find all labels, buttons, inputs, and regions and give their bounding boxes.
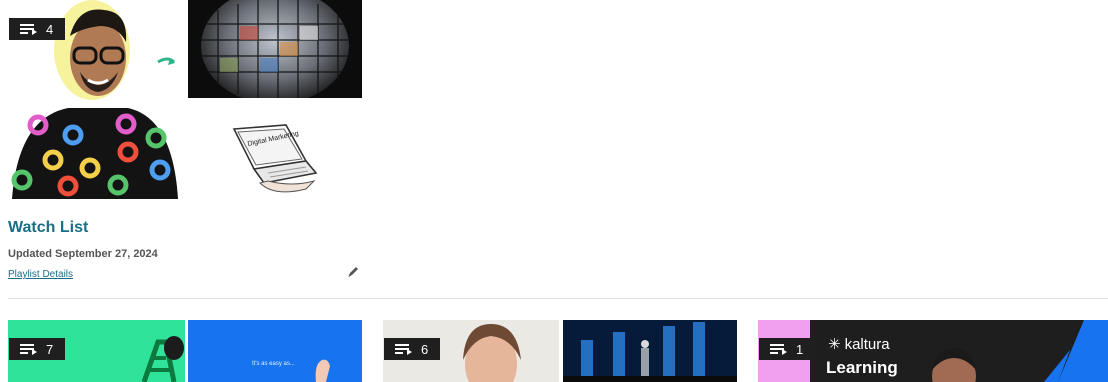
playlist-icon <box>395 343 412 355</box>
video-count-badge: 1 <box>759 338 816 360</box>
video-count-badge: 6 <box>384 338 441 360</box>
playlist-icon <box>770 343 787 355</box>
thumbnail-heading: Learning <box>826 358 898 377</box>
video-count-badge: 4 <box>9 18 66 40</box>
thumbnail-video-sphere <box>188 0 362 98</box>
playlist-title[interactable]: Watch List <box>8 219 88 237</box>
thumbnail-caption: It's as easy as... <box>252 361 295 367</box>
pencil-icon[interactable] <box>346 265 360 279</box>
video-count: 1 <box>796 341 804 357</box>
playlist-details-link[interactable]: Playlist Details <box>8 269 73 280</box>
playlist-icon <box>20 23 37 35</box>
video-count: 4 <box>46 21 54 37</box>
thumbnail-blue-intro: It's as easy as... <box>188 320 362 382</box>
playlist-updated-date: Updated September 27, 2024 <box>8 248 158 260</box>
video-count-badge: 7 <box>9 338 66 360</box>
playlist-card: ✳ kaltura Learning 1 <box>750 320 1108 382</box>
playlist-icon <box>20 343 37 355</box>
brand-name: kaltura <box>844 336 890 353</box>
playlist-card: It's as easy as... 7 <box>0 320 362 382</box>
playlist-card: 6 <box>375 320 737 382</box>
section-divider <box>8 298 1108 299</box>
thumbnail-laptop-drawing: Digital Marketing <box>188 101 362 199</box>
video-count: 6 <box>421 341 429 357</box>
playlist-card: Digital Marketing 4 Watch List Updated S… <box>0 0 370 290</box>
kaltura-logo: ✳ kaltura <box>828 336 890 353</box>
thumbnail-stage-chart <box>563 320 737 382</box>
video-count: 7 <box>46 341 54 357</box>
kaltura-spark-icon: ✳ <box>828 336 841 353</box>
